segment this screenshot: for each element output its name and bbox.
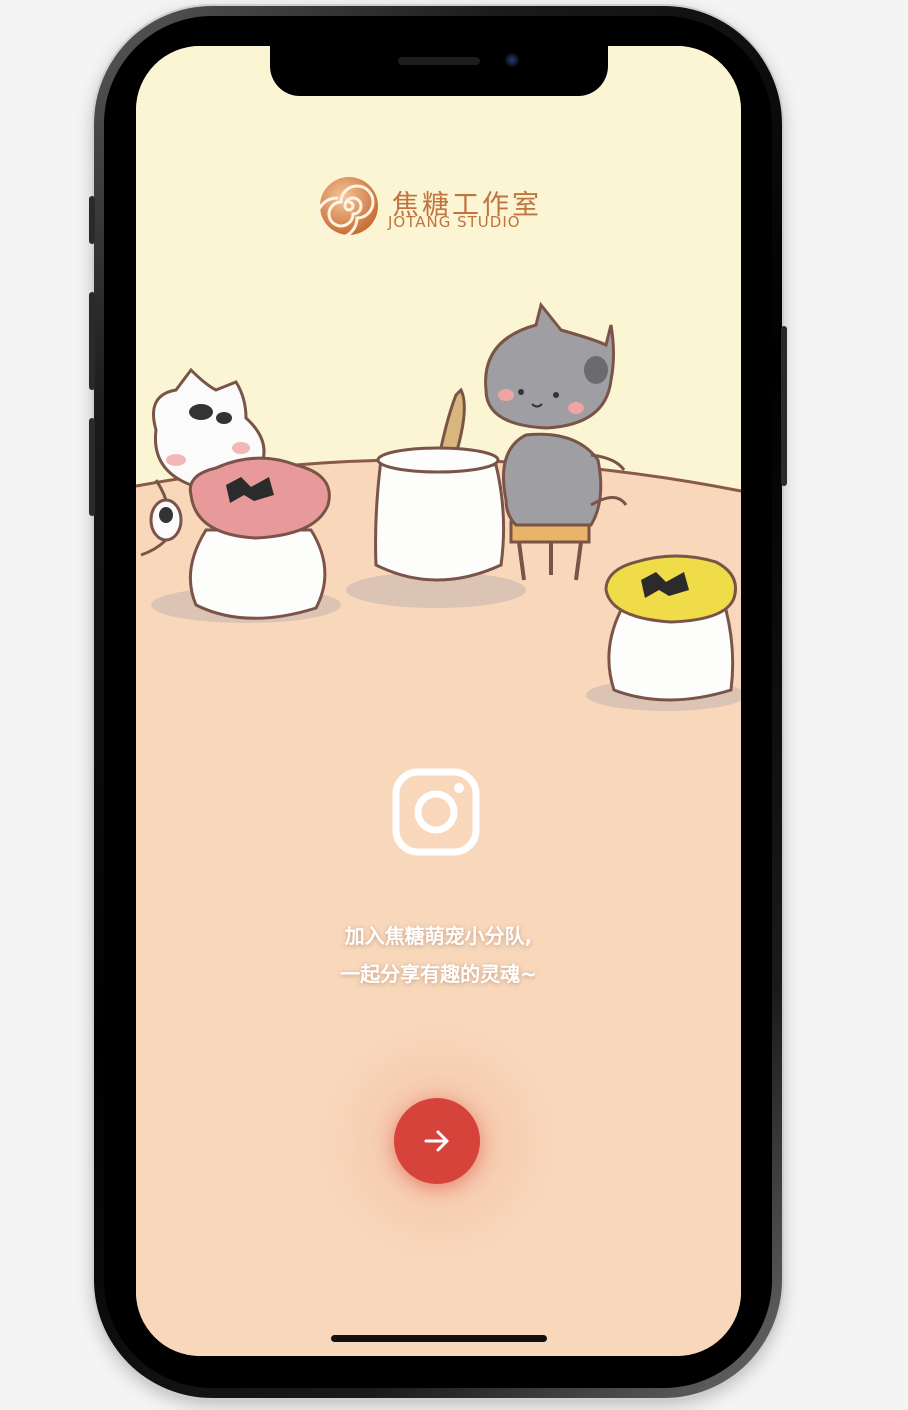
phone-notch — [270, 46, 608, 96]
side-button-volume-up — [89, 292, 95, 390]
jar-pink — [188, 456, 331, 620]
tagline-line-2: 一起分享有趣的灵魂~ — [340, 962, 537, 986]
swirl-logo-icon — [318, 177, 378, 237]
cats-jars-illustration — [140, 301, 741, 711]
jar-yellow — [604, 554, 737, 702]
arrow-right-icon — [424, 1130, 449, 1152]
gray-cat — [484, 301, 628, 581]
side-button-volume-down — [89, 418, 95, 516]
phone-speaker — [398, 57, 480, 65]
instagram-icon[interactable] — [392, 768, 480, 856]
studio-logo: 焦糖工作室 JOTANG STUDIO — [318, 175, 558, 245]
jar-center — [374, 387, 506, 582]
next-button[interactable] — [394, 1098, 480, 1184]
logo-subtitle: JOTANG STUDIO — [388, 213, 521, 231]
side-button-power — [781, 326, 787, 486]
phone-camera — [505, 53, 519, 67]
home-indicator[interactable] — [331, 1335, 547, 1342]
side-button-silent — [89, 196, 95, 244]
tagline-line-1: 加入焦糖萌宠小分队, — [344, 924, 533, 948]
